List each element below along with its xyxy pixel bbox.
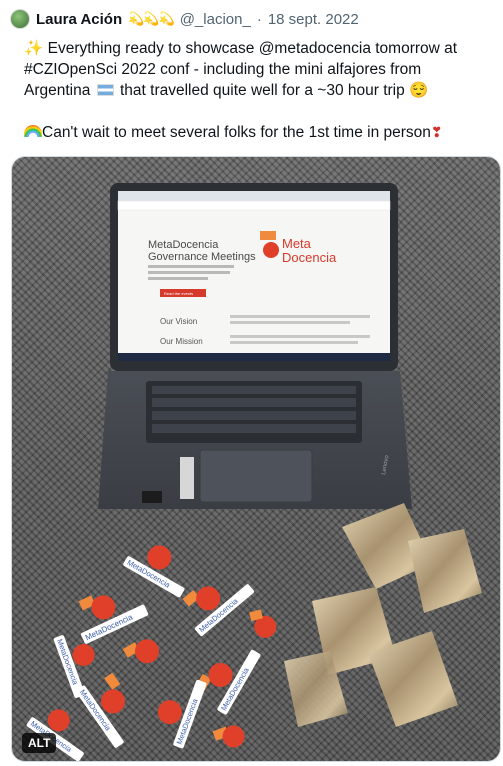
tweet-line-3-pre: Argentina — [24, 82, 95, 99]
rainbow-icon — [24, 125, 42, 137]
tweet-line-2: #CZIOpenSci 2022 conf - including the mi… — [24, 61, 422, 78]
tweet-line-4: Can't wait to meet several folks for the… — [24, 122, 496, 143]
tweet-line-4-text: Can't wait to meet several folks for the… — [42, 124, 431, 141]
site-nav — [117, 200, 391, 211]
screen-cta-label: Read the events — [164, 291, 193, 296]
tweet-photo[interactable]: MetaDocencia Governance Meetings Read th… — [11, 156, 501, 762]
photo-scene: MetaDocencia Governance Meetings Read th… — [26, 183, 482, 761]
tweet-header: Laura Ación 💫💫💫 @_lacion_ · 18 sept. 202… — [10, 8, 493, 30]
sparkles-icon: ✨ — [24, 40, 44, 57]
tweet-line-3-post: that travelled quite well for a ~30 hour… — [115, 82, 410, 99]
relieved-face-icon: 😌 — [409, 82, 429, 99]
avatar[interactable] — [10, 9, 30, 29]
alfajores — [284, 503, 482, 727]
author-name[interactable]: Laura Ación — [36, 11, 122, 28]
heart-exclamation-icon: ❣ — [430, 124, 443, 140]
laptop-label-sticker — [180, 457, 194, 499]
argentina-flag-icon — [96, 84, 114, 96]
tweet-line-3: Argentina that travelled quite well for … — [24, 80, 496, 101]
touchpad — [199, 449, 313, 503]
author-emojis: 💫💫💫 — [128, 11, 175, 26]
separator-dot: · — [256, 10, 262, 28]
screen-logo-2: Docencia — [282, 250, 337, 265]
screen-vision: Our Vision — [160, 317, 197, 326]
tweet-date[interactable]: 18 sept. 2022 — [268, 11, 359, 28]
taskbar — [118, 353, 390, 361]
author-handle[interactable]: @_lacion_ — [180, 11, 251, 28]
stickers: MetaDocencia MetaDocencia MetaDocencia M… — [26, 545, 277, 761]
browser-bar — [118, 191, 390, 201]
tweet-line-1: ✨ Everything ready to showcase @metadoce… — [24, 38, 496, 59]
screen-title-1: MetaDocencia — [148, 239, 219, 251]
laptop: MetaDocencia Governance Meetings Read th… — [98, 183, 412, 509]
screen-title-2: Governance Meetings — [148, 251, 256, 263]
tweet-body: ✨ Everything ready to showcase @metadoce… — [24, 38, 496, 143]
tweet-line-1-text: Everything ready to showcase @metadocenc… — [43, 40, 458, 57]
tweet: Laura Ación 💫💫💫 @_lacion_ · 18 sept. 202… — [0, 0, 503, 766]
screen-mission: Our Mission — [160, 337, 203, 346]
alt-text-badge[interactable]: ALT — [22, 733, 57, 753]
apple-logo-icon — [263, 242, 279, 258]
screen-logo-1: Meta — [282, 236, 312, 251]
